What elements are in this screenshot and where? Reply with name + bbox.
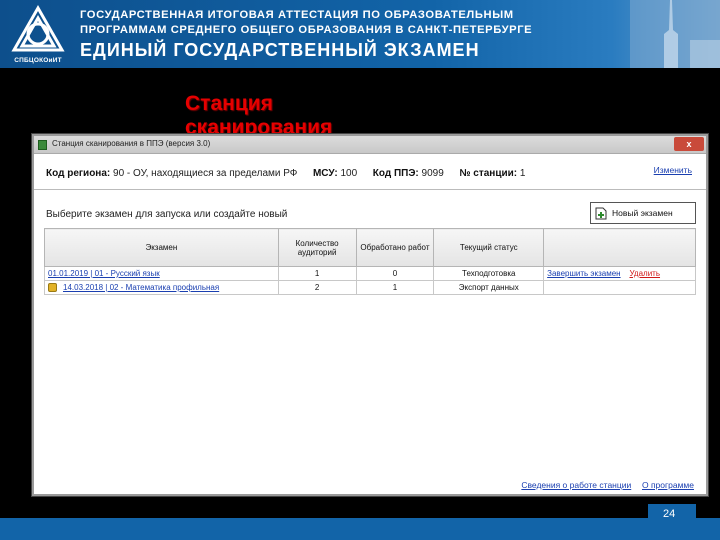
auditoriums-cell: 1 — [277, 266, 357, 281]
new-exam-label: Новый экзамен — [612, 208, 673, 218]
new-document-icon — [595, 207, 607, 220]
auditoriums-cell: 2 — [277, 280, 357, 295]
spire-silhouette-icon — [630, 0, 720, 68]
divider — [34, 189, 706, 190]
processed-cell: 0 — [355, 266, 435, 281]
actions-cell — [543, 280, 696, 295]
column-header-exam[interactable]: Экзамен — [44, 228, 279, 267]
region-value: 90 - ОУ, находящиеся за пределами РФ — [113, 168, 298, 179]
station-number-value: 1 — [519, 168, 526, 179]
choose-exam-label: Выберите экзамен для запуска или создайт… — [46, 209, 288, 220]
window-title: Станция сканирования в ППЭ (версия 3.0) — [52, 139, 211, 148]
ppe-value: 9099 — [421, 168, 444, 179]
scanning-station-window: Станция сканирования в ППЭ (версия 3.0) … — [32, 134, 708, 496]
close-button[interactable]: x — [674, 137, 704, 151]
table-header-row: Экзамен Количество аудиторий Обработано … — [44, 228, 696, 267]
banner-line-2: ПРОГРАММАМ СРЕДНЕГО ОБЩЕГО ОБРАЗОВАНИЯ В… — [80, 24, 533, 36]
ppe-label: Код ППЭ: — [372, 168, 419, 179]
table-row: 14.03.2018 | 02 - Математика профильная … — [44, 280, 696, 295]
exam-link[interactable]: 14.03.2018 | 02 - Математика профильная — [63, 283, 219, 292]
header-banner: СПБЦОКОиИТ ГОСУДАРСТВЕННАЯ ИТОГОВАЯ АТТЕ… — [0, 0, 720, 68]
exam-link[interactable]: 01.01.2019 | 01 - Русский язык — [48, 269, 160, 278]
logo-caption: СПБЦОКОиИТ — [14, 57, 62, 64]
banner-line-1: ГОСУДАРСТВЕННАЯ ИТОГОВАЯ АТТЕСТАЦИЯ ПО О… — [80, 9, 514, 21]
footer-links: Сведения о работе станции О программе — [521, 480, 694, 490]
footer-bar — [0, 518, 720, 540]
status-cell: Техподготовка — [433, 266, 545, 281]
about-link[interactable]: О программе — [642, 480, 694, 490]
column-header-processed[interactable]: Обработано работ — [355, 228, 435, 267]
msu-label: МСУ: — [312, 168, 338, 179]
banner-heading: ЕДИНЫЙ ГОСУДАРСТВЕННЫЙ ЭКЗАМЕН — [80, 40, 480, 60]
change-link[interactable]: Изменить — [654, 165, 692, 175]
region-label: Код региона: — [46, 168, 111, 179]
new-exam-button[interactable]: Новый экзамен — [590, 202, 696, 224]
lock-icon — [48, 283, 57, 293]
station-number-label: № станции: — [459, 168, 518, 179]
column-header-status[interactable]: Текущий статус — [433, 228, 545, 267]
station-info-link[interactable]: Сведения о работе станции — [521, 480, 631, 490]
delete-link[interactable]: Удалить — [629, 269, 660, 278]
table-row: 01.01.2019 | 01 - Русский язык 1 0 Техпо… — [44, 266, 696, 281]
window-titlebar[interactable]: Станция сканирования в ППЭ (версия 3.0) … — [34, 136, 706, 154]
processed-cell: 1 — [355, 280, 435, 295]
app-icon — [38, 140, 47, 150]
msu-value: 100 — [340, 168, 358, 179]
window-body: Код региона: 90 - ОУ, находящиеся за пре… — [34, 154, 706, 494]
column-header-actions — [543, 228, 696, 267]
page-number: 24 — [663, 508, 676, 520]
finish-exam-link[interactable]: Завершить экзамен — [547, 269, 620, 278]
station-info: Код региона: 90 - ОУ, находящиеся за пре… — [46, 168, 525, 179]
slide-title: Станция сканирования — [185, 92, 333, 137]
exams-table: Экзамен Количество аудиторий Обработано … — [44, 228, 696, 295]
column-header-auditoriums[interactable]: Количество аудиторий — [277, 228, 357, 267]
status-cell: Экспорт данных — [433, 280, 545, 295]
